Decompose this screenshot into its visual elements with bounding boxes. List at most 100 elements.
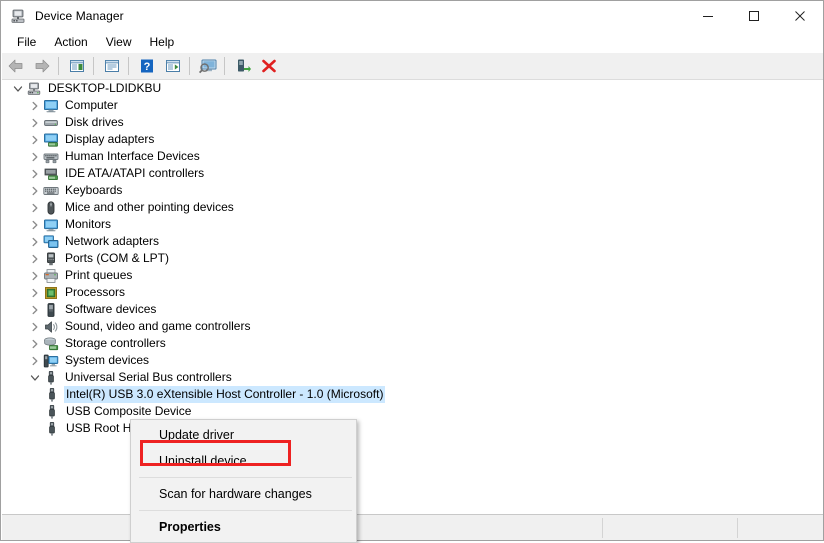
back-icon[interactable] <box>4 54 28 78</box>
usb-icon <box>44 421 60 437</box>
keyboard-icon <box>43 183 59 199</box>
chevron-right-icon[interactable] <box>27 166 43 182</box>
storage-controller-icon <box>43 336 59 352</box>
tree-item-software-devices[interactable]: Software devices <box>2 301 823 318</box>
chevron-right-icon[interactable] <box>27 319 43 335</box>
toolbar: ? <box>2 53 823 80</box>
port-icon <box>43 251 59 267</box>
context-menu-item-uninstall-device[interactable]: Uninstall device <box>131 448 356 474</box>
maximize-button[interactable] <box>731 1 777 31</box>
tree-item-storage-controllers[interactable]: Storage controllers <box>2 335 823 352</box>
chevron-right-icon[interactable] <box>27 149 43 165</box>
tree-item-disk-drives[interactable]: Disk drives <box>2 114 823 131</box>
scan-for-hardware-changes-icon[interactable] <box>196 54 220 78</box>
toolbar-separator <box>189 57 190 75</box>
tree-item-monitors[interactable]: Monitors <box>2 216 823 233</box>
tree-item-ide-controllers[interactable]: IDE ATA/ATAPI controllers <box>2 165 823 182</box>
chevron-right-icon[interactable] <box>27 132 43 148</box>
toolbar-separator <box>128 57 129 75</box>
tree-item-label: Network adapters <box>65 234 160 248</box>
uninstall-device-icon[interactable] <box>257 54 281 78</box>
tree-item-keyboards[interactable]: Keyboards <box>2 182 823 199</box>
tree-item-print-queues[interactable]: Print queues <box>2 267 823 284</box>
tree-item-label: Human Interface Devices <box>65 149 200 163</box>
tree-item-usb-child[interactable]: USB Composite Device <box>2 403 823 420</box>
network-adapter-icon <box>43 234 59 250</box>
ide-controller-icon <box>43 166 59 182</box>
menu-item-view[interactable]: View <box>97 32 141 52</box>
chevron-right-icon[interactable] <box>27 98 43 114</box>
chevron-right-icon[interactable] <box>27 268 43 284</box>
chevron-down-icon[interactable] <box>27 370 43 386</box>
tree-item-label: System devices <box>65 353 150 367</box>
show-hidden-devices-icon[interactable] <box>65 54 89 78</box>
tree-item-usb-child-selected[interactable]: Intel(R) USB 3.0 eXtensible Host Control… <box>2 386 823 403</box>
mouse-icon <box>43 200 59 216</box>
processor-icon <box>43 285 59 301</box>
tree-item-mice[interactable]: Mice and other pointing devices <box>2 199 823 216</box>
menu-item-action[interactable]: Action <box>45 32 96 52</box>
tree-item-label: Universal Serial Bus controllers <box>65 370 232 384</box>
monitor-icon <box>43 98 59 114</box>
disk-drive-icon <box>43 115 59 131</box>
menu-item-file[interactable]: File <box>8 32 45 52</box>
menu-item-help[interactable]: Help <box>141 32 184 52</box>
tree-item-computer[interactable]: Computer <box>2 97 823 114</box>
chevron-right-icon[interactable] <box>27 251 43 267</box>
chevron-right-icon[interactable] <box>27 217 43 233</box>
forward-icon[interactable] <box>30 54 54 78</box>
tree-item-label: Storage controllers <box>65 336 166 350</box>
window-title: Device Manager <box>35 9 124 23</box>
title-bar: Device Manager <box>1 1 823 31</box>
tree-item-sound-video-game[interactable]: Sound, video and game controllers <box>2 318 823 335</box>
tree-root-label: DESKTOP-LDIDKBU <box>48 81 162 95</box>
svg-text:?: ? <box>144 61 151 73</box>
tree-root-node[interactable]: DESKTOP-LDIDKBU <box>2 80 823 97</box>
tree-item-label: Print queues <box>65 268 133 282</box>
chevron-right-icon[interactable] <box>27 183 43 199</box>
tree-item-label: IDE ATA/ATAPI controllers <box>65 166 205 180</box>
context-menu[interactable]: Update driver Uninstall device Scan for … <box>130 419 357 543</box>
usb-icon <box>43 370 59 386</box>
chevron-right-icon[interactable] <box>27 234 43 250</box>
printer-icon <box>43 268 59 284</box>
system-device-icon <box>43 353 59 369</box>
chevron-right-icon[interactable] <box>27 285 43 301</box>
context-menu-item-update-driver[interactable]: Update driver <box>131 422 356 448</box>
context-menu-separator <box>139 477 352 478</box>
chevron-right-icon[interactable] <box>27 353 43 369</box>
context-menu-item-scan-for-hardware-changes[interactable]: Scan for hardware changes <box>131 481 356 507</box>
toolbar-separator <box>224 57 225 75</box>
chevron-right-icon[interactable] <box>27 115 43 131</box>
status-bar-divider <box>737 518 738 538</box>
chevron-right-icon[interactable] <box>27 302 43 318</box>
device-tree[interactable]: DESKTOP-LDIDKBU Computer Disk drives Dis… <box>2 80 823 512</box>
enable-device-icon[interactable] <box>231 54 255 78</box>
chevron-right-icon[interactable] <box>27 200 43 216</box>
tree-item-network-adapters[interactable]: Network adapters <box>2 233 823 250</box>
tree-item-label: Intel(R) USB 3.0 eXtensible Host Control… <box>64 386 386 403</box>
close-button[interactable] <box>777 1 823 31</box>
properties-icon[interactable] <box>100 54 124 78</box>
tree-item-human-interface-devices[interactable]: Human Interface Devices <box>2 148 823 165</box>
chevron-right-icon[interactable] <box>27 336 43 352</box>
tree-item-label: Computer <box>65 98 118 112</box>
tree-item-ports[interactable]: Ports (COM & LPT) <box>2 250 823 267</box>
monitor-icon <box>43 217 59 233</box>
minimize-button[interactable] <box>685 1 731 31</box>
toolbar-separator <box>93 57 94 75</box>
chevron-down-icon[interactable] <box>10 81 26 97</box>
tree-item-label: USB Composite Device <box>66 404 192 418</box>
context-menu-item-properties[interactable]: Properties <box>131 514 356 540</box>
toolbar-separator <box>58 57 59 75</box>
tree-item-processors[interactable]: Processors <box>2 284 823 301</box>
software-device-icon <box>43 302 59 318</box>
tree-item-usb-child[interactable]: USB Root Hub (USB 3.0) <box>2 420 823 437</box>
tree-item-display-adapters[interactable]: Display adapters <box>2 131 823 148</box>
tree-item-system-devices[interactable]: System devices <box>2 352 823 369</box>
update-driver-icon[interactable] <box>161 54 185 78</box>
help-icon[interactable]: ? <box>135 54 159 78</box>
tree-item-usb-controllers[interactable]: Universal Serial Bus controllers <box>2 369 823 386</box>
hid-icon <box>43 149 59 165</box>
usb-icon <box>44 404 60 420</box>
